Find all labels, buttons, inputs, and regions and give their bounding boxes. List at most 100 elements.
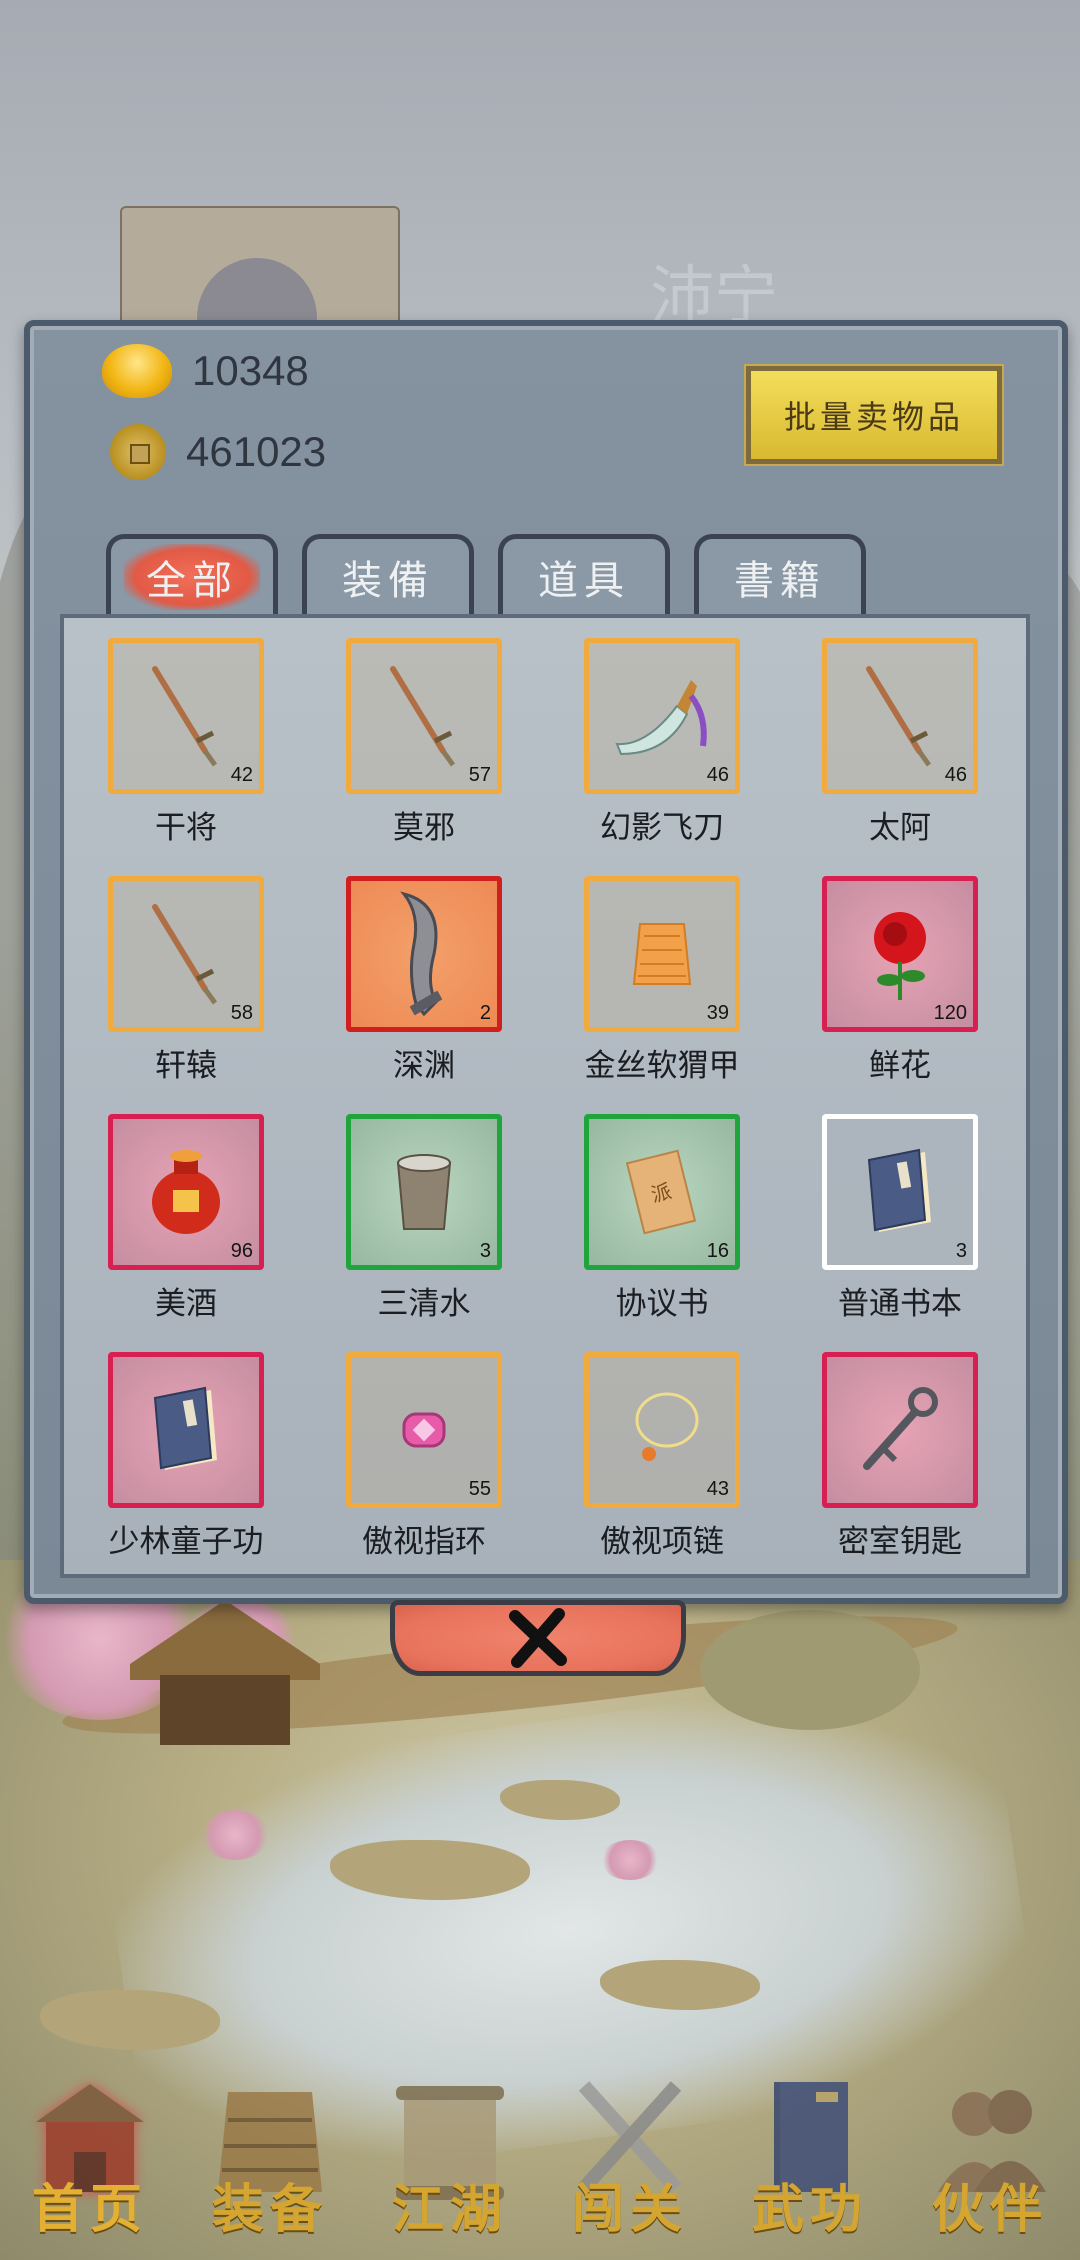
gold-ingot-icon bbox=[102, 344, 172, 398]
inventory-item[interactable]: 2 深渊 bbox=[334, 876, 514, 1085]
tab-all[interactable]: 全部 bbox=[106, 534, 278, 614]
inventory-item[interactable]: 46 幻影飞刀 bbox=[572, 638, 752, 847]
item-slot: 3 bbox=[822, 1114, 978, 1270]
bottom-nav: 首页 装备 江湖 闯关 武功 伙伴 bbox=[0, 2044, 1080, 2260]
item-count: 120 bbox=[933, 1002, 967, 1024]
item-name: 金丝软猬甲 bbox=[584, 1048, 740, 1084]
nav-challenge[interactable]: 闯关 bbox=[550, 2050, 710, 2260]
item-slot bbox=[822, 1352, 978, 1508]
item-slot: 43 bbox=[584, 1352, 740, 1508]
item-slot: 42 bbox=[108, 638, 264, 794]
tab-label: 全部 bbox=[124, 543, 260, 610]
item-count: 46 bbox=[706, 764, 729, 786]
item-count: 58 bbox=[230, 1002, 253, 1024]
inventory-item[interactable]: 46 太阿 bbox=[810, 638, 990, 847]
item-slot: 57 bbox=[346, 638, 502, 794]
item-count: 3 bbox=[955, 1240, 967, 1262]
inventory-item[interactable]: 43 傲视项链 bbox=[572, 1352, 752, 1561]
nav-label: 首页 bbox=[31, 2179, 148, 2240]
item-count: 39 bbox=[706, 1002, 729, 1024]
item-slot: 3 bbox=[346, 1114, 502, 1270]
item-name: 傲视项链 bbox=[600, 1524, 724, 1560]
item-slot bbox=[108, 1352, 264, 1508]
item-name: 干将 bbox=[155, 810, 217, 846]
inventory-item[interactable]: 派 16 协议书 bbox=[572, 1114, 752, 1323]
inventory-item[interactable]: 58 轩辕 bbox=[96, 876, 276, 1085]
thatched-hut bbox=[130, 1600, 320, 1750]
inventory-item[interactable]: 密室钥匙 bbox=[810, 1352, 990, 1561]
nav-label: 装备 bbox=[211, 2179, 328, 2240]
book-icon bbox=[827, 1119, 973, 1265]
item-count: 43 bbox=[706, 1478, 729, 1500]
item-slot: 120 bbox=[822, 876, 978, 1032]
item-count: 96 bbox=[230, 1240, 253, 1262]
copper-coin-icon bbox=[110, 424, 166, 480]
item-name: 密室钥匙 bbox=[838, 1524, 962, 1560]
cherry-blossom-petals bbox=[600, 1840, 660, 1880]
cherry-blossom-petals bbox=[200, 1810, 270, 1860]
item-name: 美酒 bbox=[155, 1286, 217, 1322]
item-name: 轩辕 bbox=[155, 1048, 217, 1084]
inventory-item[interactable]: 39 金丝软猬甲 bbox=[572, 876, 752, 1085]
coin-amount: 461023 bbox=[186, 428, 327, 475]
item-name: 太阿 bbox=[869, 810, 931, 846]
bucket-icon bbox=[351, 1119, 497, 1265]
inventory-item[interactable]: 57 莫邪 bbox=[334, 638, 514, 847]
nav-jianghu[interactable]: 江湖 bbox=[370, 2050, 530, 2260]
item-grid: 42 干将 57 莫邪 46 幻影飞刀 46 太阿 58 轩辕 2 深渊 39 金丝软猬甲 120 鲜花 96 美… bbox=[60, 614, 1030, 1578]
coin-counter: 461023 bbox=[102, 424, 326, 480]
inventory-item[interactable]: 55 傲视指环 bbox=[334, 1352, 514, 1561]
inventory-item[interactable]: 42 干将 bbox=[96, 638, 276, 847]
item-slot: 55 bbox=[346, 1352, 502, 1508]
bush bbox=[700, 1610, 920, 1730]
inventory-item[interactable]: 3 普通书本 bbox=[810, 1114, 990, 1323]
item-name: 傲视指环 bbox=[362, 1524, 486, 1560]
inventory-item[interactable]: 少林童子功 bbox=[96, 1352, 276, 1561]
nav-label: 闯关 bbox=[571, 2179, 688, 2240]
item-name: 少林童子功 bbox=[108, 1524, 264, 1560]
item-slot: 96 bbox=[108, 1114, 264, 1270]
item-name: 幻影飞刀 bbox=[600, 810, 724, 846]
item-slot: 46 bbox=[822, 638, 978, 794]
category-tabs: 全部 装備 道具 書籍 bbox=[106, 534, 890, 614]
item-count: 16 bbox=[706, 1240, 729, 1262]
nav-label: 武功 bbox=[751, 2179, 868, 2240]
item-slot: 派 16 bbox=[584, 1114, 740, 1270]
item-name: 协议书 bbox=[615, 1286, 709, 1322]
gold-amount: 10348 bbox=[192, 347, 309, 394]
key-icon bbox=[827, 1357, 973, 1503]
close-button[interactable] bbox=[390, 1600, 686, 1676]
abyss-blade-icon bbox=[351, 881, 497, 1027]
tab-books[interactable]: 書籍 bbox=[694, 534, 866, 614]
item-name: 普通书本 bbox=[838, 1286, 962, 1322]
item-count: 42 bbox=[230, 764, 253, 786]
item-name: 深渊 bbox=[393, 1048, 455, 1084]
gold-counter: 10348 bbox=[102, 344, 309, 398]
nav-equipment[interactable]: 装备 bbox=[190, 2050, 350, 2260]
inventory-item[interactable]: 120 鲜花 bbox=[810, 876, 990, 1085]
item-count: 3 bbox=[479, 1240, 491, 1262]
nav-home[interactable]: 首页 bbox=[10, 2050, 170, 2260]
nav-label: 伙伴 bbox=[931, 2179, 1048, 2240]
nav-label: 江湖 bbox=[391, 2179, 508, 2240]
inventory-item[interactable]: 3 三清水 bbox=[334, 1114, 514, 1323]
item-name: 三清水 bbox=[377, 1286, 471, 1322]
item-slot: 46 bbox=[584, 638, 740, 794]
tab-props[interactable]: 道具 bbox=[498, 534, 670, 614]
item-count: 46 bbox=[944, 764, 967, 786]
tab-label: 書籍 bbox=[734, 557, 826, 604]
inventory-item[interactable]: 96 美酒 bbox=[96, 1114, 276, 1323]
item-name: 鲜花 bbox=[869, 1048, 931, 1084]
item-name: 莫邪 bbox=[393, 810, 455, 846]
batch-sell-button[interactable]: 批量卖物品 bbox=[744, 364, 1004, 466]
item-count: 2 bbox=[479, 1002, 491, 1024]
nav-partners[interactable]: 伙伴 bbox=[910, 2050, 1070, 2260]
item-count: 55 bbox=[468, 1478, 491, 1500]
item-slot: 2 bbox=[346, 876, 502, 1032]
tab-label: 道具 bbox=[538, 557, 630, 604]
nav-martial-arts[interactable]: 武功 bbox=[730, 2050, 890, 2260]
item-slot: 39 bbox=[584, 876, 740, 1032]
book-icon bbox=[113, 1357, 259, 1503]
close-icon bbox=[509, 1608, 567, 1668]
tab-equipment[interactable]: 装備 bbox=[302, 534, 474, 614]
